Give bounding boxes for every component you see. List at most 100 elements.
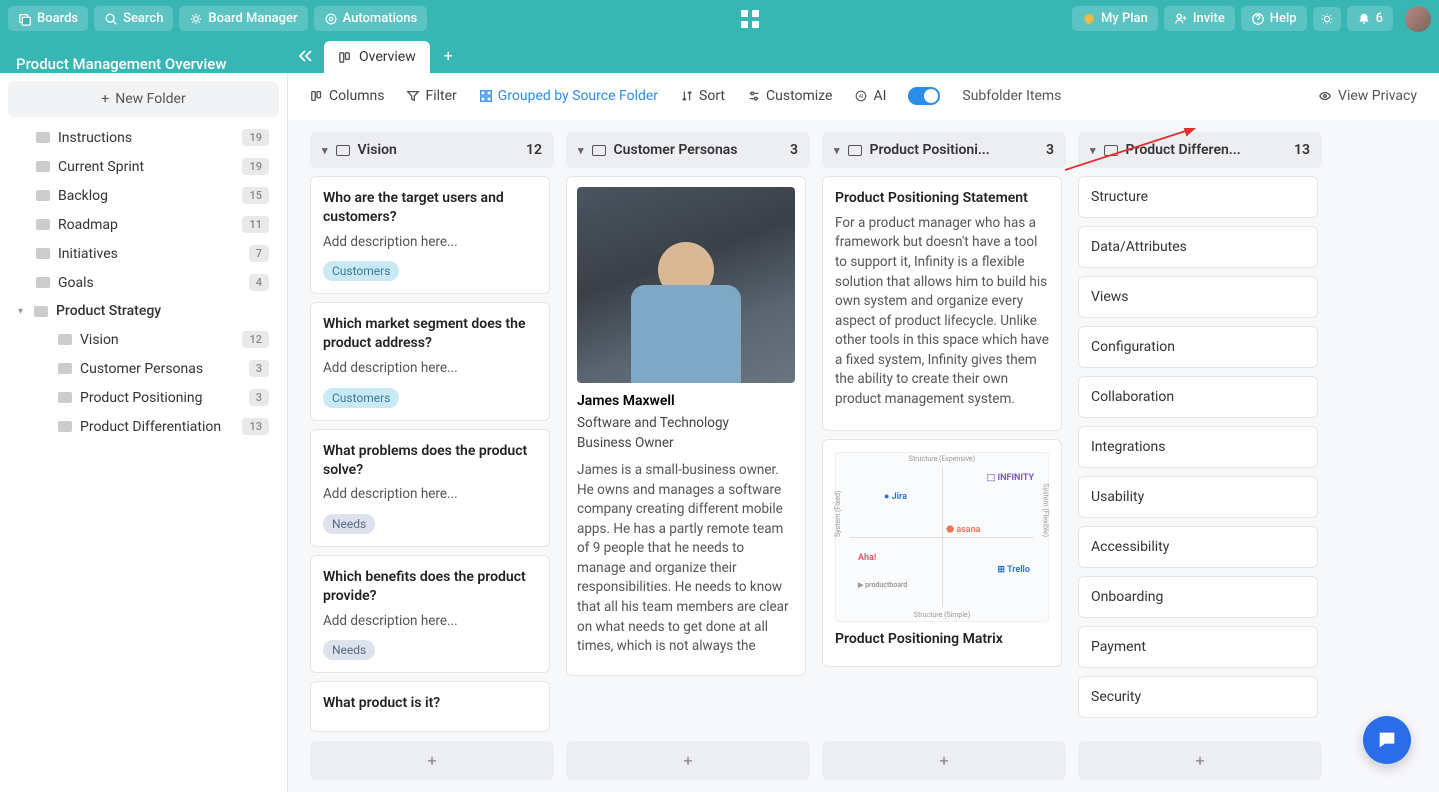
card[interactable]: Security <box>1078 676 1318 718</box>
sidebar-item-product-differentiation[interactable]: Product Differentiation13 <box>8 412 279 441</box>
collapse-sidebar-button[interactable] <box>288 42 324 73</box>
sidebar-item-roadmap[interactable]: Roadmap11 <box>8 210 279 239</box>
card-title: What problems does the product solve? <box>323 442 537 480</box>
privacy-label: View Privacy <box>1338 88 1417 104</box>
ai-icon: AI <box>854 89 868 103</box>
sidebar: + New Folder Instructions19 Current Spri… <box>0 73 288 792</box>
column-count: 3 <box>790 142 798 158</box>
sort-button[interactable]: Sort <box>680 88 725 104</box>
columns-icon <box>338 50 353 65</box>
sidebar-item-product-positioning[interactable]: Product Positioning3 <box>8 383 279 412</box>
sidebar-item-backlog[interactable]: Backlog15 <box>8 181 279 210</box>
add-tab-button[interactable]: + <box>430 38 467 73</box>
my-plan-button[interactable]: My Plan <box>1072 6 1158 31</box>
card[interactable]: What problems does the product solve? Add… <box>310 429 550 547</box>
card[interactable]: Which market segment does the product ad… <box>310 302 550 420</box>
invite-button[interactable]: Invite <box>1164 6 1235 31</box>
sidebar-item-initiatives[interactable]: Initiatives7 <box>8 239 279 268</box>
add-card-button[interactable]: + <box>310 741 554 780</box>
sliders-icon <box>747 89 761 103</box>
card[interactable]: Collaboration <box>1078 376 1318 418</box>
ai-button[interactable]: AIAI <box>854 88 886 104</box>
sidebar-item-customer-personas[interactable]: Customer Personas 3 <box>8 354 279 383</box>
card-title: Product Positioning Matrix <box>835 630 1049 649</box>
column-count: 12 <box>526 142 542 158</box>
customize-label: Customize <box>766 88 832 104</box>
chat-widget-button[interactable] <box>1363 716 1411 764</box>
new-folder-label: New Folder <box>115 91 185 107</box>
card-description: Add description here... <box>323 233 537 253</box>
columns-button[interactable]: Columns <box>310 88 384 104</box>
user-plus-icon <box>1174 12 1188 26</box>
card-description: Add description here... <box>323 485 537 505</box>
add-card-button[interactable]: + <box>566 741 810 780</box>
card[interactable]: Configuration <box>1078 326 1318 368</box>
user-avatar[interactable] <box>1405 6 1431 32</box>
sidebar-item-instructions[interactable]: Instructions19 <box>8 123 279 152</box>
folder-icon <box>336 145 350 156</box>
new-folder-button[interactable]: + New Folder <box>8 81 279 117</box>
card[interactable]: Integrations <box>1078 426 1318 468</box>
ai-toggle[interactable] <box>908 87 940 105</box>
add-card-button[interactable]: + <box>1078 741 1322 780</box>
persona-role: Business Owner <box>577 435 795 451</box>
help-label: Help <box>1270 11 1297 26</box>
my-plan-label: My Plan <box>1101 11 1148 26</box>
sidebar-item-product-strategy[interactable]: ▾Product Strategy <box>8 297 279 325</box>
sort-icon <box>680 89 694 103</box>
column-header[interactable]: ▾Product Differen...13 <box>1078 132 1322 168</box>
card[interactable]: Usability <box>1078 476 1318 518</box>
tab-overview[interactable]: Overview <box>324 41 430 73</box>
card[interactable]: Onboarding <box>1078 576 1318 618</box>
sidebar-item-vision[interactable]: Vision12 <box>8 325 279 354</box>
board-manager-button[interactable]: Board Manager <box>179 6 307 31</box>
view-privacy-button[interactable]: View Privacy <box>1318 88 1417 104</box>
sidebar-item-label: Product Positioning <box>80 390 202 406</box>
folder-icon <box>36 161 50 172</box>
sidebar-item-count: 13 <box>242 418 269 435</box>
folder-list: Instructions19 Current Sprint19 Backlog1… <box>8 123 279 441</box>
automations-button[interactable]: Automations <box>314 6 428 31</box>
card[interactable]: Views <box>1078 276 1318 318</box>
folder-icon <box>592 145 606 156</box>
sidebar-item-label: Goals <box>58 275 94 291</box>
column-header[interactable]: ▾Vision12 <box>310 132 554 168</box>
folder-icon <box>58 363 72 374</box>
boards-label: Boards <box>37 11 78 26</box>
add-card-button[interactable]: + <box>822 741 1066 780</box>
customize-button[interactable]: Customize <box>747 88 832 104</box>
persona-role: Software and Technology <box>577 415 795 431</box>
column-header[interactable]: ▾Product Positioni...3 <box>822 132 1066 168</box>
column-header[interactable]: ▾Customer Personas3 <box>566 132 810 168</box>
card[interactable]: Data/Attributes <box>1078 226 1318 268</box>
card-positioning-statement[interactable]: Product Positioning Statement For a prod… <box>822 176 1062 431</box>
sidebar-item-label: Initiatives <box>58 246 118 262</box>
group-label: Grouped by Source Folder <box>498 88 658 104</box>
boards-icon <box>18 12 32 26</box>
card[interactable]: Which benefits does the product provide?… <box>310 555 550 673</box>
sidebar-item-count: 3 <box>249 360 269 377</box>
notifications-button[interactable]: 6 <box>1347 6 1393 31</box>
search-button[interactable]: Search <box>94 6 173 31</box>
automations-label: Automations <box>343 11 418 26</box>
card[interactable]: Structure <box>1078 176 1318 218</box>
sidebar-item-label: Customer Personas <box>80 361 203 377</box>
card[interactable]: Accessibility <box>1078 526 1318 568</box>
filter-label: Filter <box>425 88 456 104</box>
boards-button[interactable]: Boards <box>8 6 88 31</box>
theme-button[interactable] <box>1313 7 1341 31</box>
card[interactable]: What product is it? <box>310 681 550 732</box>
sidebar-item-goals[interactable]: Goals4 <box>8 268 279 297</box>
sidebar-item-current-sprint[interactable]: Current Sprint19 <box>8 152 279 181</box>
columns-label: Columns <box>329 88 384 104</box>
sidebar-item-count: 12 <box>242 331 269 348</box>
card-positioning-matrix[interactable]: Structure (Expensive) Structure (Simple)… <box>822 439 1062 668</box>
help-button[interactable]: Help <box>1241 6 1307 31</box>
group-button[interactable]: Grouped by Source Folder <box>479 88 658 104</box>
filter-button[interactable]: Filter <box>406 88 456 104</box>
card[interactable]: Payment <box>1078 626 1318 668</box>
matrix-image: Structure (Expensive) Structure (Simple)… <box>835 452 1049 622</box>
card[interactable]: Who are the target users and customers?A… <box>310 176 550 294</box>
persona-card[interactable]: James Maxwell Software and Technology Bu… <box>566 176 806 676</box>
sun-icon <box>1320 12 1334 26</box>
